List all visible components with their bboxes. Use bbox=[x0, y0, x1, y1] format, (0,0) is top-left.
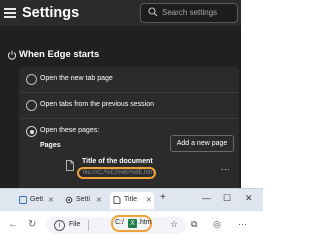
tab-label: Gett bbox=[30, 196, 44, 203]
refresh-icon[interactable]: ↻ bbox=[28, 219, 36, 230]
menu-icon[interactable] bbox=[4, 5, 18, 19]
option-label: Open tabs from the previous session bbox=[40, 101, 155, 108]
address-separator bbox=[88, 220, 89, 231]
option-previous-session[interactable]: Open tabs from the previous session bbox=[19, 95, 239, 117]
back-icon[interactable]: ← bbox=[8, 219, 18, 230]
address-path-prefix: C:/ bbox=[115, 219, 124, 226]
tab-strip: Gett ✕ Setti ✕ Title ✕ + — ☐ ✕ bbox=[0, 189, 263, 211]
radio-previous-session[interactable] bbox=[26, 100, 37, 111]
minimize-icon[interactable]: — bbox=[202, 193, 211, 203]
search-placeholder: Search settings bbox=[162, 8, 218, 17]
power-icon bbox=[7, 50, 17, 60]
radio-new-tab[interactable] bbox=[26, 74, 37, 85]
search-icon bbox=[148, 7, 158, 17]
page-title: Settings bbox=[22, 5, 80, 21]
info-icon[interactable]: i bbox=[54, 220, 65, 231]
close-tab-icon[interactable]: ✕ bbox=[96, 196, 102, 204]
settings-page: Settings Search settings When Edge start… bbox=[0, 0, 241, 188]
radio-these-pages[interactable] bbox=[26, 126, 37, 137]
favorites-icon[interactable]: ☆ bbox=[170, 219, 178, 230]
tab-label: Title bbox=[124, 196, 137, 203]
tab-getting-started[interactable]: Gett ✕ bbox=[16, 192, 54, 209]
excel-icon: X bbox=[128, 219, 137, 228]
more-options-button[interactable]: ... bbox=[221, 162, 230, 172]
close-tab-icon[interactable]: ✕ bbox=[48, 196, 54, 204]
search-input[interactable]: Search settings bbox=[140, 3, 238, 23]
section-title: When Edge starts bbox=[19, 49, 100, 60]
add-page-button[interactable]: Add a new page bbox=[170, 135, 234, 152]
tab-title[interactable]: Title ✕ bbox=[110, 192, 154, 209]
tab-settings[interactable]: Setti ✕ bbox=[62, 192, 102, 209]
page-entry-title: Title of the document bbox=[82, 158, 153, 165]
tab-label: Setti bbox=[76, 196, 91, 203]
maximize-icon[interactable]: ☐ bbox=[223, 193, 231, 204]
gear-icon bbox=[65, 196, 73, 204]
settings-topbar: Settings Search settings bbox=[0, 0, 241, 26]
navigation-bar: ← ↻ i File C:/ X .htm ☆ ⧉ ◎ ··· bbox=[0, 211, 263, 250]
more-menu-icon[interactable]: ··· bbox=[238, 219, 247, 229]
new-tab-button[interactable]: + bbox=[160, 192, 166, 203]
close-tab-icon[interactable]: ✕ bbox=[146, 196, 152, 204]
option-label: Open these pages: bbox=[40, 127, 100, 134]
profile-icon[interactable]: ◎ bbox=[213, 219, 221, 230]
divider bbox=[19, 118, 239, 119]
collections-icon[interactable]: ⧉ bbox=[191, 219, 197, 230]
url-highlight bbox=[77, 167, 156, 179]
browser-window: Gett ✕ Setti ✕ Title ✕ + — ☐ ✕ ← ↻ i Fil… bbox=[0, 188, 263, 250]
option-label: Open the new tab page bbox=[40, 75, 113, 82]
pages-label: Pages bbox=[40, 142, 61, 149]
divider bbox=[19, 92, 239, 93]
address-path-suffix: .htm bbox=[138, 219, 152, 226]
edge-tab-icon bbox=[19, 196, 27, 204]
scheme-label: File bbox=[69, 221, 81, 228]
document-icon bbox=[113, 196, 121, 204]
document-icon bbox=[66, 160, 74, 171]
option-new-tab[interactable]: Open the new tab page bbox=[19, 69, 239, 91]
close-window-icon[interactable]: ✕ bbox=[245, 193, 253, 204]
